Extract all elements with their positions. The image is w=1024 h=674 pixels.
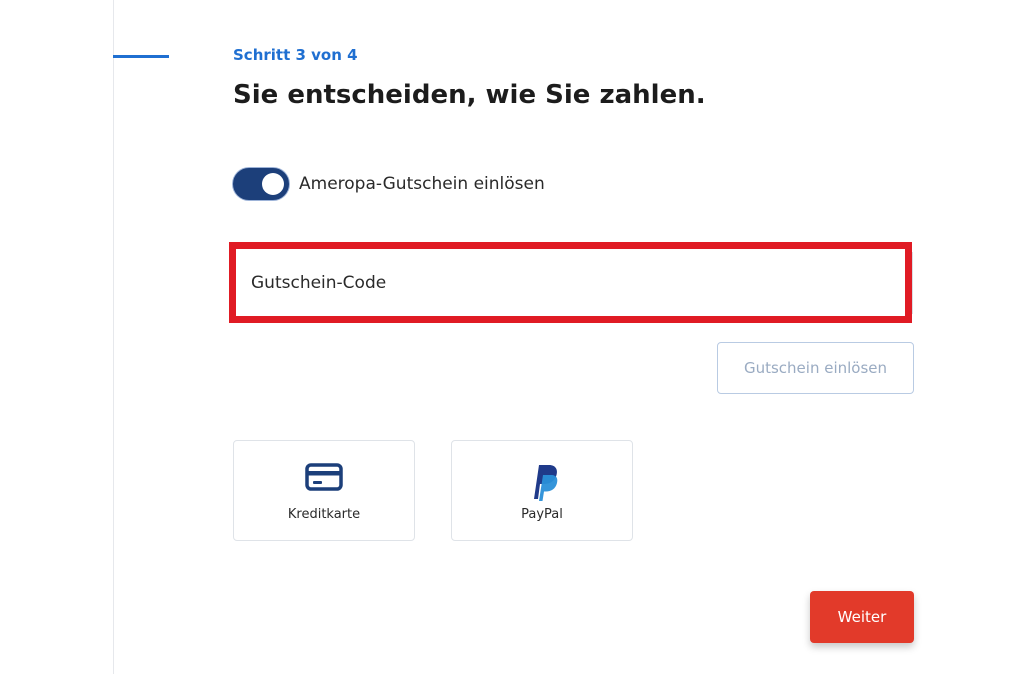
toggle-knob: [262, 173, 284, 195]
credit-card-icon: [305, 463, 343, 491]
voucher-toggle-label: Ameropa-Gutschein einlösen: [299, 174, 545, 194]
payment-option-credit-card[interactable]: Kreditkarte: [233, 440, 415, 541]
step-label: Schritt 3 von 4: [233, 46, 358, 64]
next-button[interactable]: Weiter: [810, 591, 914, 643]
paypal-icon: [534, 465, 558, 501]
redeem-voucher-button[interactable]: Gutschein einlösen: [717, 342, 914, 394]
payment-step-page: Schritt 3 von 4 Sie entscheiden, wie Sie…: [0, 0, 1024, 674]
page-title: Sie entscheiden, wie Sie zahlen.: [233, 80, 706, 110]
voucher-toggle[interactable]: [233, 168, 289, 200]
sidebar-divider: [113, 0, 114, 674]
payment-option-paypal[interactable]: PayPal: [451, 440, 633, 541]
payment-option-label: Kreditkarte: [287, 507, 361, 522]
input-border-edge: [912, 252, 913, 314]
payment-option-label: PayPal: [521, 507, 563, 522]
voucher-toggle-row[interactable]: Ameropa-Gutschein einlösen: [233, 166, 545, 202]
voucher-code-field: [229, 242, 912, 323]
voucher-code-input[interactable]: [236, 249, 905, 316]
progress-indicator: [113, 55, 169, 58]
